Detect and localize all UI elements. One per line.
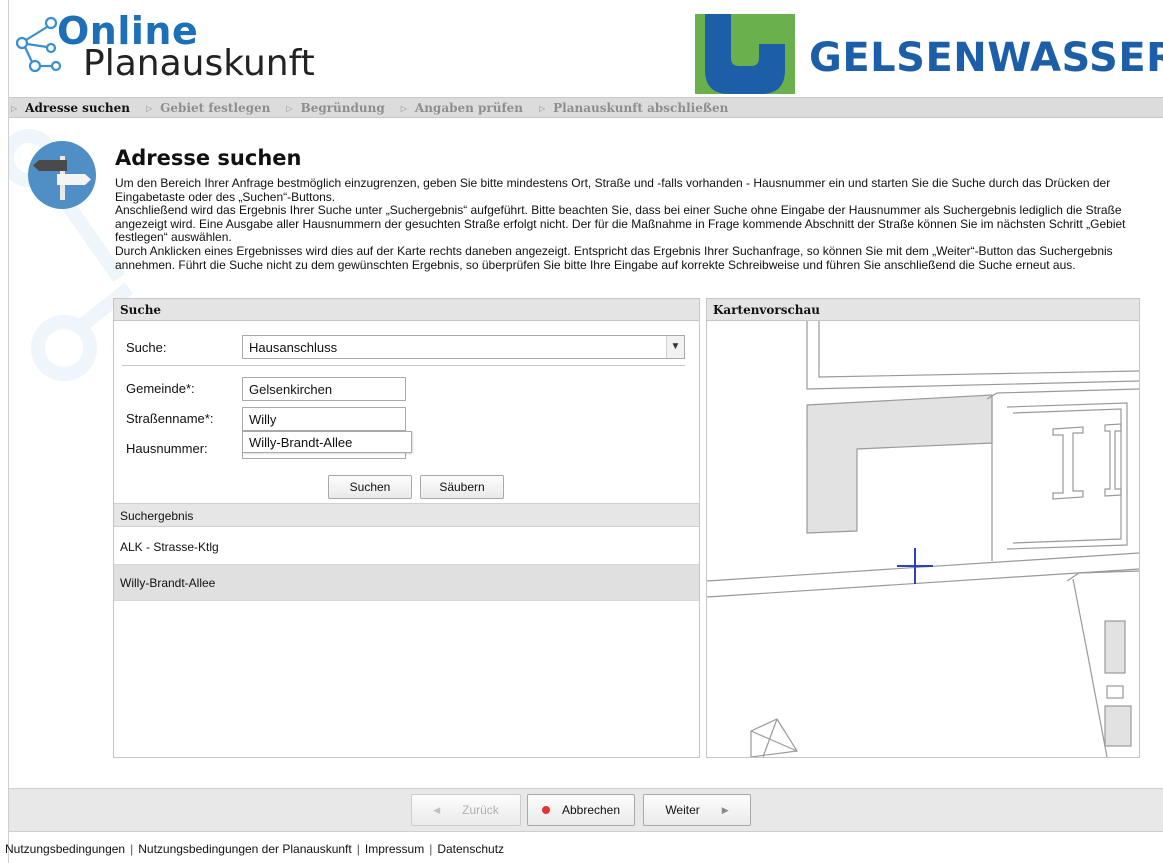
link-impressum[interactable]: Impressum: [365, 842, 424, 856]
result-row-alk[interactable]: ALK - Strasse-Ktlg: [114, 529, 699, 565]
intro-text: Um den Bereich Ihrer Anfrage bestmöglich…: [115, 176, 1145, 272]
link-nutzungsbedingungen-planauskunft[interactable]: Nutzungsbedingungen der Planauskunft: [138, 842, 352, 856]
search-panel-title: Suche: [114, 299, 699, 321]
chevron-left-icon: ◀: [433, 804, 441, 815]
map-panel: Kartenvorschau: [706, 298, 1140, 758]
chevron-right-icon: ▶: [721, 804, 729, 815]
breadcrumb-step[interactable]: ▷ Gebiet festlegen: [146, 101, 270, 115]
breadcrumb-step-label: Angaben prüfen: [414, 100, 523, 115]
map-crosshair: [897, 548, 933, 584]
search-type-value: Hausanschluss: [249, 340, 338, 355]
search-type-label: Suche:: [126, 340, 167, 355]
hausnummer-label: Hausnummer:: [126, 441, 208, 456]
map-preview[interactable]: [707, 321, 1139, 757]
breadcrumb: ▷ Adresse suchen ▷ Gebiet festlegen ▷ Begründ…: [9, 97, 1163, 118]
back-button[interactable]: ◀ Zurück: [411, 794, 521, 826]
gemeinde-input[interactable]: Gelsenkirchen: [242, 377, 406, 401]
signpost-icon: [28, 141, 96, 209]
online-planauskunft-logo: Online Planauskunft: [9, 4, 389, 94]
cancel-button-label: Abbrechen: [561, 803, 621, 817]
page-title: Adresse suchen: [115, 146, 302, 170]
search-button[interactable]: Suchen: [328, 475, 412, 499]
search-panel: Suche Suche: Hausanschluss ▼ Gemeinde*: …: [113, 298, 700, 758]
breadcrumb-step-label: Begründung: [300, 100, 385, 115]
breadcrumb-step[interactable]: ▷ Begründung: [286, 101, 384, 115]
cancel-button[interactable]: Abbrechen: [527, 794, 635, 826]
link-nutzungsbedingungen[interactable]: Nutzungsbedingungen: [5, 842, 125, 856]
breadcrumb-step-label: Gebiet festlegen: [160, 100, 271, 115]
intro-paragraph: Anschließend wird das Ergebnis Ihrer Suc…: [115, 203, 1126, 245]
intro-paragraph: Durch Anklicken eines Ergebnisses wird d…: [115, 243, 1113, 272]
breadcrumb-step[interactable]: ▷ Planauskunft abschließen: [539, 101, 728, 115]
next-button-label: Weiter: [665, 803, 700, 817]
gelsenwasser-logo-icon: [695, 14, 795, 94]
gemeinde-label: Gemeinde*:: [126, 381, 195, 396]
back-button-label: Zurück: [462, 803, 499, 817]
breadcrumb-step-label: Adresse suchen: [25, 100, 131, 115]
chevron-right-icon: ▷: [286, 102, 293, 113]
next-button[interactable]: Weiter ▶: [643, 794, 751, 826]
navigation-bar: ◀ Zurück Abbrechen Weiter ▶: [9, 788, 1163, 832]
strassenname-label: Straßenname*:: [126, 411, 214, 426]
map-panel-title: Kartenvorschau: [707, 299, 1139, 321]
intro-paragraph: Um den Bereich Ihrer Anfrage bestmöglich…: [115, 176, 1111, 204]
chevron-right-icon: ▷: [400, 102, 407, 113]
app-frame: Online Planauskunft GELSENWASSER ▷ Adress…: [5, 0, 1163, 863]
breadcrumb-step-label: Planauskunft abschließen: [553, 100, 729, 115]
link-datenschutz[interactable]: Datenschutz: [437, 842, 504, 856]
chevron-right-icon: ▷: [146, 102, 153, 113]
strassenname-input[interactable]: Willy: [242, 407, 406, 431]
logo-text-planauskunft: Planauskunft: [83, 43, 315, 84]
brand-name: GELSENWASSER: [809, 35, 1163, 81]
divider: [122, 365, 685, 366]
cancel-icon: [541, 806, 550, 814]
search-type-select[interactable]: Hausanschluss ▼: [242, 335, 685, 359]
chevron-right-icon: ▷: [11, 102, 18, 113]
clear-button[interactable]: Säubern: [420, 475, 504, 499]
result-row-willy-brandt-allee[interactable]: Willy-Brandt-Allee: [114, 565, 699, 601]
results-header: Suchergebnis: [114, 503, 699, 527]
breadcrumb-step[interactable]: ▷ Adresse suchen: [11, 101, 130, 115]
autocomplete-option[interactable]: Willy-Brandt-Allee: [242, 431, 412, 453]
chevron-down-icon[interactable]: ▼: [666, 336, 684, 358]
chevron-right-icon: ▷: [538, 102, 546, 113]
footer-links: Nutzungsbedingungen | Nutzungsbedingungen …: [5, 842, 505, 856]
molecule-icon: [15, 16, 62, 73]
breadcrumb-step[interactable]: ▷ Angaben prüfen: [401, 101, 523, 115]
map-canvas[interactable]: [707, 321, 1139, 757]
